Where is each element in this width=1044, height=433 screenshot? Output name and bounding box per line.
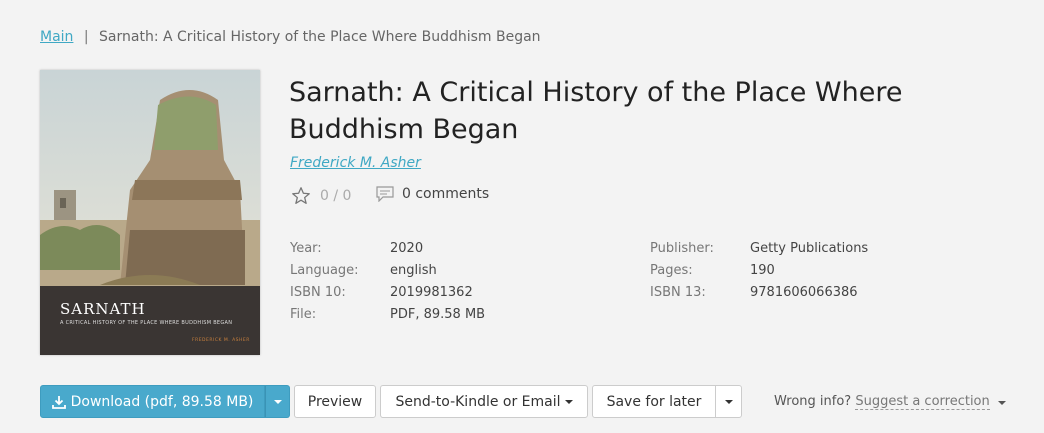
- property-label: Language:: [290, 263, 359, 278]
- book-cover[interactable]: SARNATH A CRITICAL HISTORY OF THE PLACE …: [40, 70, 260, 355]
- chevron-down-icon: [724, 399, 733, 404]
- property-value: 2019981362: [390, 285, 473, 300]
- send-to-kindle-button[interactable]: Send-to-Kindle or Email: [380, 385, 588, 418]
- property-label: Publisher:: [650, 241, 714, 256]
- breadcrumb-current: Sarnath: A Critical History of the Place…: [99, 29, 541, 45]
- property-value: english: [390, 263, 437, 278]
- preview-label: Preview: [307, 393, 363, 410]
- comment-icon: [376, 186, 394, 202]
- property-label: Year:: [290, 241, 322, 256]
- property-isbn13: ISBN 13: 9781606066386: [650, 285, 868, 307]
- property-label: ISBN 10:: [290, 285, 346, 300]
- comments-link[interactable]: 0 comments: [376, 186, 489, 202]
- suggest-correction-link[interactable]: Suggest a correction: [855, 394, 990, 410]
- cover-subtitle: A CRITICAL HISTORY OF THE PLACE WHERE BU…: [60, 320, 233, 326]
- download-button[interactable]: Download (pdf, 89.58 MB): [40, 385, 265, 418]
- preview-button[interactable]: Preview: [294, 385, 376, 418]
- comments-count: 0 comments: [402, 186, 490, 202]
- property-value: 190: [750, 263, 775, 278]
- chevron-down-icon[interactable]: [997, 401, 1006, 405]
- cover-title: SARNATH: [60, 300, 146, 318]
- property-label: ISBN 13:: [650, 285, 706, 300]
- save-label: Save for later: [606, 393, 702, 410]
- rating-value: 0 / 0: [320, 188, 352, 204]
- cover-author: FREDERICK M. ASHER: [192, 338, 250, 343]
- download-icon: [51, 395, 66, 409]
- wrong-info: Wrong info? Suggest a correction: [774, 394, 1006, 410]
- property-value: PDF, 89.58 MB: [390, 307, 486, 322]
- property-language: Language: english: [290, 263, 485, 285]
- property-publisher: Publisher: Getty Publications: [650, 241, 868, 263]
- breadcrumb-main-link[interactable]: Main: [40, 29, 73, 45]
- wrong-info-label: Wrong info?: [774, 394, 852, 409]
- chevron-down-icon: [273, 399, 282, 404]
- book-title: Sarnath: A Critical History of the Place…: [289, 77, 903, 145]
- send-label: Send-to-Kindle or Email: [395, 393, 561, 410]
- save-options-toggle[interactable]: [715, 385, 742, 418]
- rating[interactable]: 0 / 0: [290, 185, 351, 207]
- download-options-toggle[interactable]: [265, 385, 290, 418]
- property-label: Pages:: [650, 263, 693, 278]
- breadcrumb: Main | Sarnath: A Critical History of th…: [40, 29, 541, 45]
- save-for-later-button[interactable]: Save for later: [592, 385, 716, 418]
- chevron-down-icon: [564, 399, 573, 404]
- property-value: 2020: [390, 241, 424, 256]
- property-year: Year: 2020: [290, 241, 485, 263]
- property-file: File: PDF, 89.58 MB: [290, 307, 485, 329]
- star-icon[interactable]: [290, 185, 312, 207]
- property-value: 9781606066386: [750, 285, 858, 300]
- author-link[interactable]: Frederick M. Asher: [290, 155, 421, 171]
- download-label: Download (pdf, 89.58 MB): [70, 393, 254, 410]
- property-label: File:: [290, 307, 317, 322]
- property-pages: Pages: 190: [650, 263, 868, 285]
- breadcrumb-separator: |: [83, 29, 89, 45]
- properties-left: Year: 2020 Language: english ISBN 10: 20…: [290, 241, 485, 329]
- property-value: Getty Publications: [750, 241, 869, 256]
- properties-right: Publisher: Getty Publications Pages: 190…: [650, 241, 868, 307]
- property-isbn10: ISBN 10: 2019981362: [290, 285, 485, 307]
